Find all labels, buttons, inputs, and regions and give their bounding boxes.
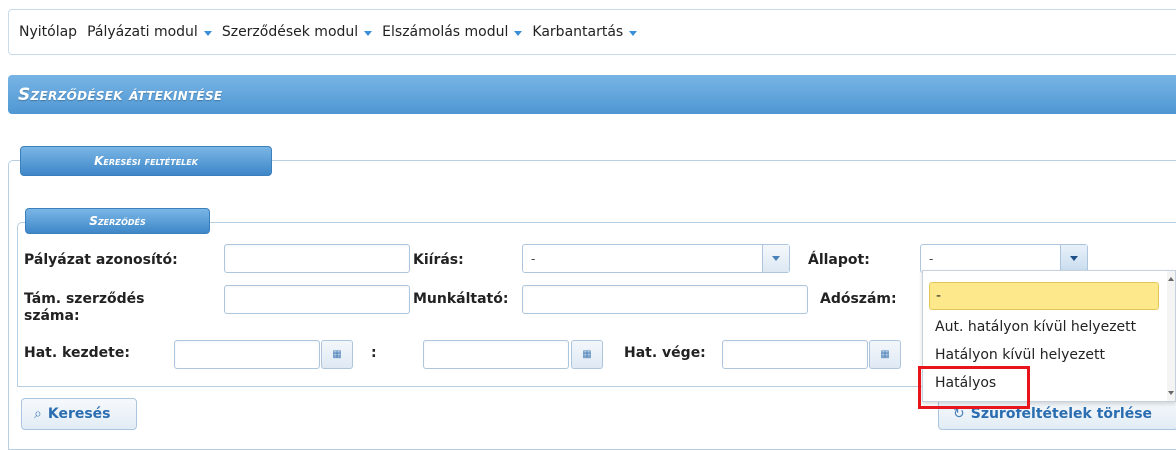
calendar-icon[interactable]: ▦ — [869, 340, 901, 369]
nav-item-karbantartas[interactable]: Karbantartás — [532, 24, 638, 40]
kiiras-select[interactable]: - — [522, 244, 790, 273]
dropdown-option[interactable]: Aut. hatályon kívül helyezett — [929, 313, 1159, 341]
dropdown-option[interactable]: - — [929, 282, 1159, 310]
munkaltato-label: Munkáltató: — [413, 291, 509, 307]
allapot-select[interactable]: - — [920, 244, 1088, 273]
search-icon: ⌕ — [34, 406, 42, 422]
scroll-up-icon[interactable] — [1168, 277, 1174, 281]
search-button-label: Keresés — [47, 406, 111, 422]
tam-szerzodes-szama-label: Tám. szerződés száma: — [24, 291, 145, 324]
nav-item-label: Nyitólap — [19, 24, 78, 40]
dropdown-option-hatalyos[interactable]: Hatályos — [929, 369, 1159, 397]
refresh-icon: ↻ — [953, 406, 965, 422]
page-title-bar: Szerződések áttekintése — [8, 75, 1176, 114]
contract-section-legend[interactable]: Szerződés — [25, 208, 210, 234]
nav-item-label: Pályázati modul — [87, 24, 198, 40]
munkaltato-input[interactable] — [522, 285, 808, 314]
chevron-down-icon[interactable] — [1060, 245, 1087, 272]
search-button[interactable]: ⌕ Keresés — [21, 398, 137, 430]
clear-filters-button[interactable]: ↻ Szűrőfeltételek törlése — [938, 398, 1176, 430]
search-panel-legend[interactable]: Keresési feltételek — [20, 146, 272, 176]
nav-item-label: Karbantartás — [532, 24, 624, 40]
clear-filters-button-label: Szűrőfeltételek törlése — [970, 406, 1153, 422]
search-panel-legend-label: Keresési feltételek — [94, 154, 198, 168]
adoszam-label: Adószám: — [820, 291, 897, 307]
page-title: Szerződések áttekintése — [18, 84, 223, 105]
contract-section-legend-label: Szerződés — [89, 214, 146, 228]
caret-down-icon — [364, 30, 373, 36]
allapot-value: - — [929, 251, 934, 266]
hat-kezdete-label: Hat. kezdete: — [24, 345, 130, 361]
scroll-down-icon[interactable] — [1168, 391, 1174, 395]
nav-item-nyitolap[interactable]: Nyitólap — [19, 24, 77, 40]
nav-item-elszamolas-modul[interactable]: Elszámolás modul — [382, 24, 523, 40]
calendar-icon[interactable]: ▦ — [321, 340, 353, 369]
hat-vege-from-input[interactable] — [722, 340, 868, 369]
dropdown-scrollbar[interactable] — [1167, 271, 1175, 401]
nav-item-label: Elszámolás modul — [382, 24, 509, 40]
calendar-icon[interactable]: ▦ — [571, 340, 603, 369]
date-range-separator: : — [371, 345, 377, 361]
nav-item-szerzodesek-modul[interactable]: Szerződések modul — [221, 24, 373, 40]
kiiras-label: Kiírás: — [413, 252, 464, 268]
kiiras-value: - — [531, 251, 536, 266]
allapot-dropdown-list: - Aut. hatályon kívül helyezett Hatályon… — [922, 270, 1176, 402]
caret-down-icon — [514, 30, 523, 36]
hat-vege-label: Hat. vége: — [624, 345, 706, 361]
hat-kezdete-from-input[interactable] — [174, 340, 320, 369]
palyazat-azonosito-input[interactable] — [224, 244, 410, 273]
top-nav: Nyitólap Pályázati modul Szerződések mod… — [8, 9, 1176, 55]
palyazat-azonosito-label: Pályázat azonosító: — [24, 252, 178, 268]
nav-item-palyazati-modul[interactable]: Pályázati modul — [87, 24, 212, 40]
allapot-label: Állapot: — [808, 252, 870, 268]
caret-down-icon — [629, 30, 638, 36]
tam-szerzodes-szama-input[interactable] — [224, 285, 410, 314]
dropdown-option[interactable]: Hatályon kívül helyezett — [929, 341, 1159, 369]
nav-item-label: Szerződések modul — [221, 24, 359, 40]
caret-down-icon — [203, 30, 212, 36]
chevron-down-icon[interactable] — [762, 245, 789, 272]
hat-kezdete-to-input[interactable] — [423, 340, 569, 369]
